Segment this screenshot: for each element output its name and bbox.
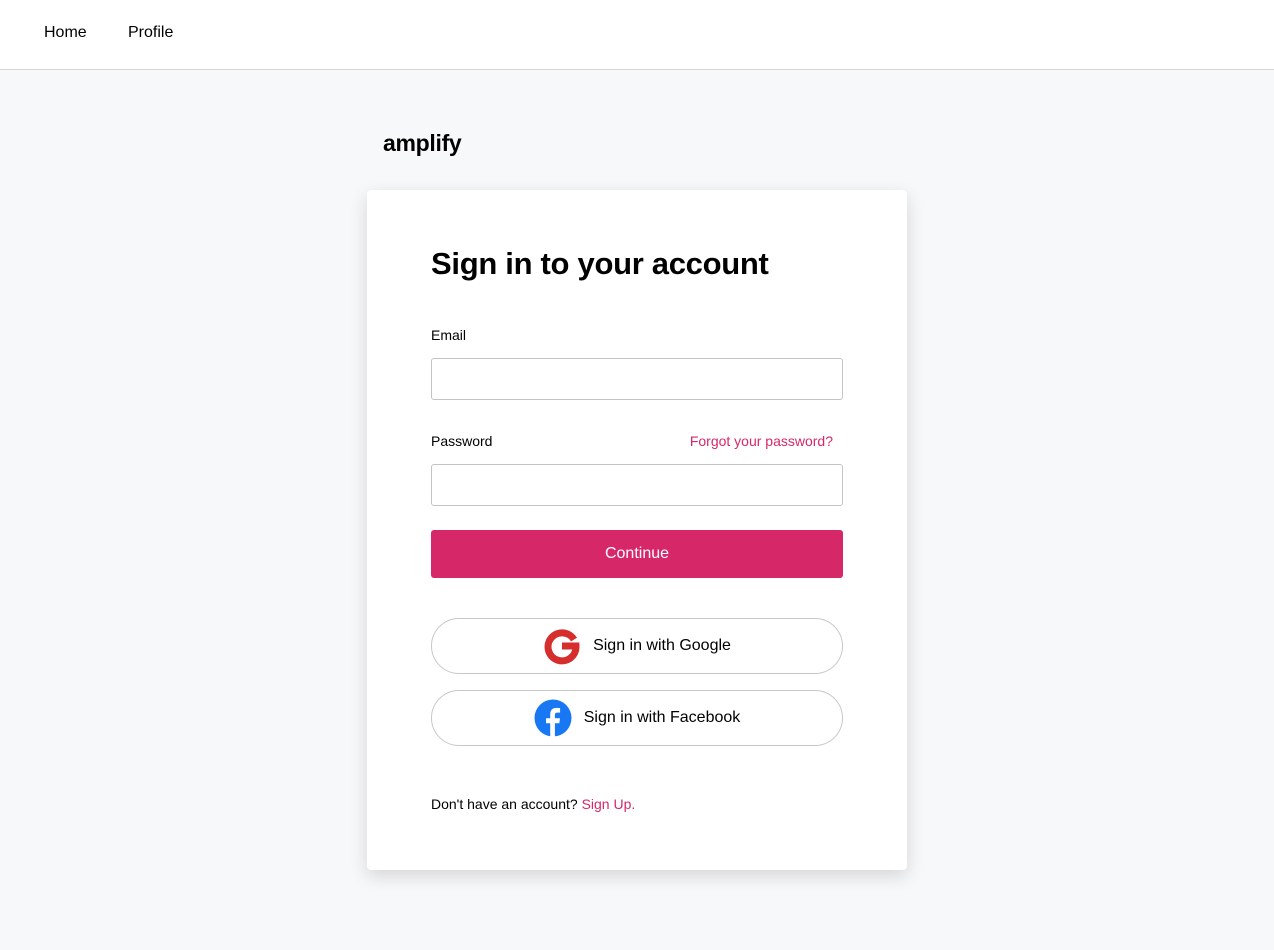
continue-button[interactable]: Continue (431, 530, 843, 578)
facebook-icon (534, 699, 572, 737)
password-label: Password (431, 433, 493, 449)
email-label: Email (431, 327, 467, 343)
facebook-sign-in-label: Sign in with Facebook (583, 709, 741, 726)
forgot-password-link[interactable]: Forgot your password? (690, 433, 833, 449)
sign-up-link[interactable]: Sign Up. (582, 796, 636, 812)
google-sign-in-button[interactable]: Sign in with Google (431, 618, 843, 674)
sign-in-card: Sign in to your account Email Password F… (367, 190, 907, 870)
google-g-icon (543, 627, 581, 665)
facebook-sign-in-button[interactable]: Sign in with Facebook (431, 690, 843, 746)
nav-home-link[interactable]: Home (44, 24, 87, 42)
nav-profile-link[interactable]: Profile (128, 24, 173, 42)
password-field[interactable] (431, 464, 843, 506)
google-sign-in-label: Sign in with Google (593, 637, 731, 654)
top-navigation-bar: Home Profile (0, 0, 1274, 70)
email-field[interactable] (431, 358, 843, 400)
signup-prompt: Don't have an account? Sign Up. (431, 796, 635, 812)
no-account-text: Don't have an account? (431, 796, 578, 812)
brand-logo-text: amplify (383, 130, 462, 156)
page-title: Sign in to your account (431, 246, 769, 281)
